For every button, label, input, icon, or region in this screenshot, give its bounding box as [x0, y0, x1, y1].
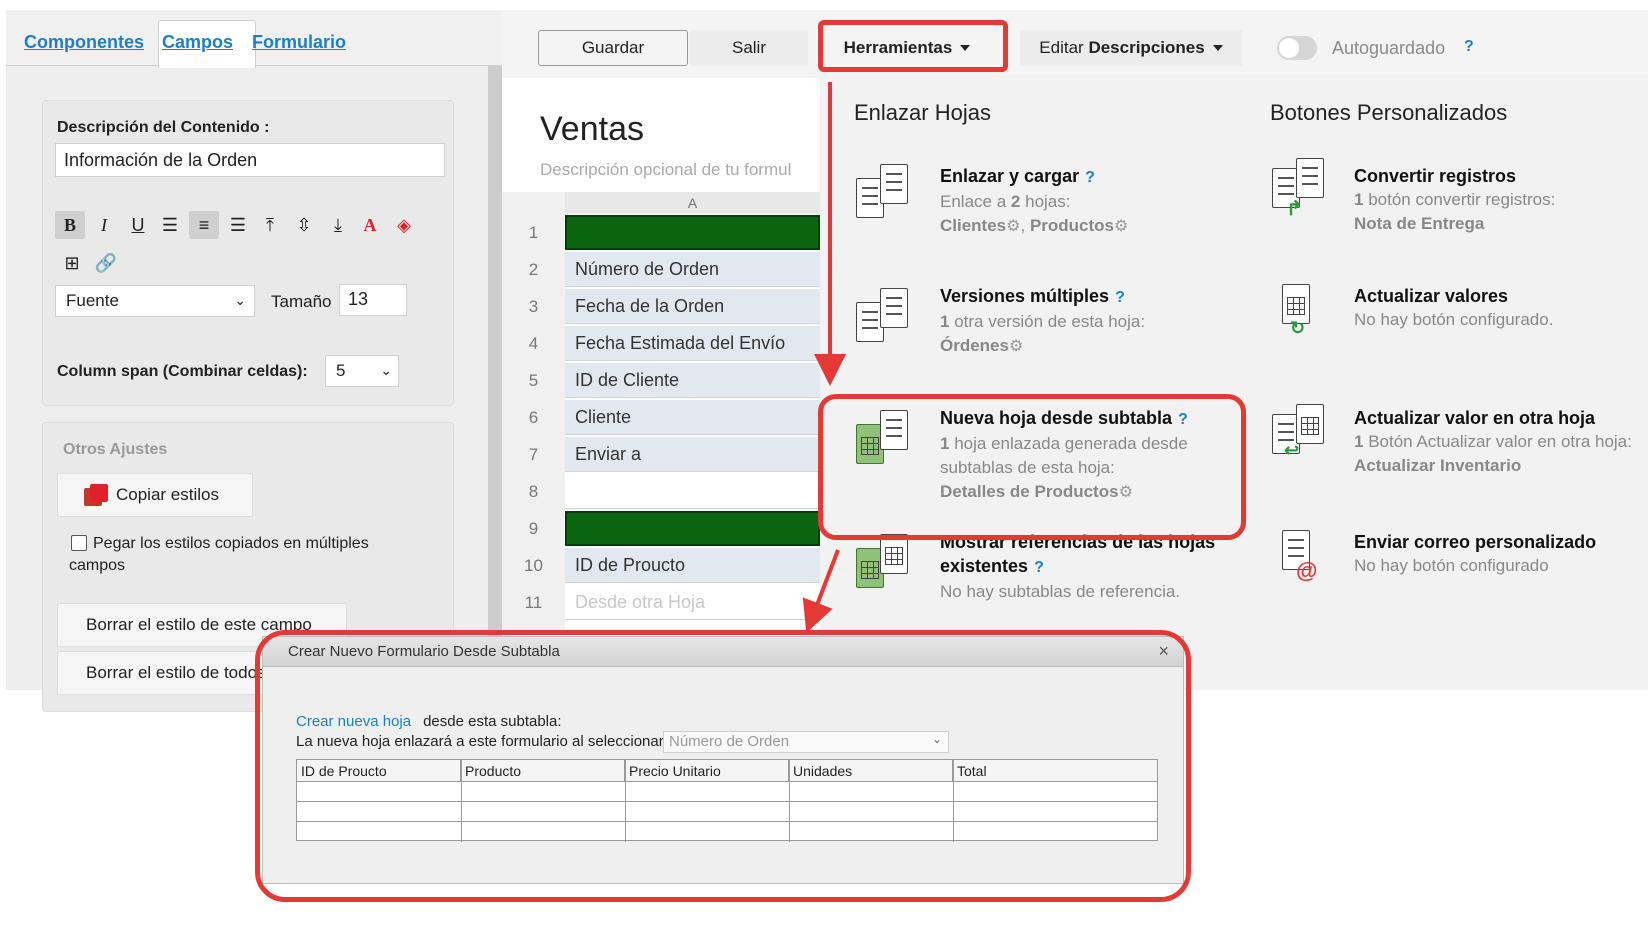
annotation-arrows — [802, 82, 846, 633]
arrow-diagonal-annotation — [802, 549, 840, 633]
